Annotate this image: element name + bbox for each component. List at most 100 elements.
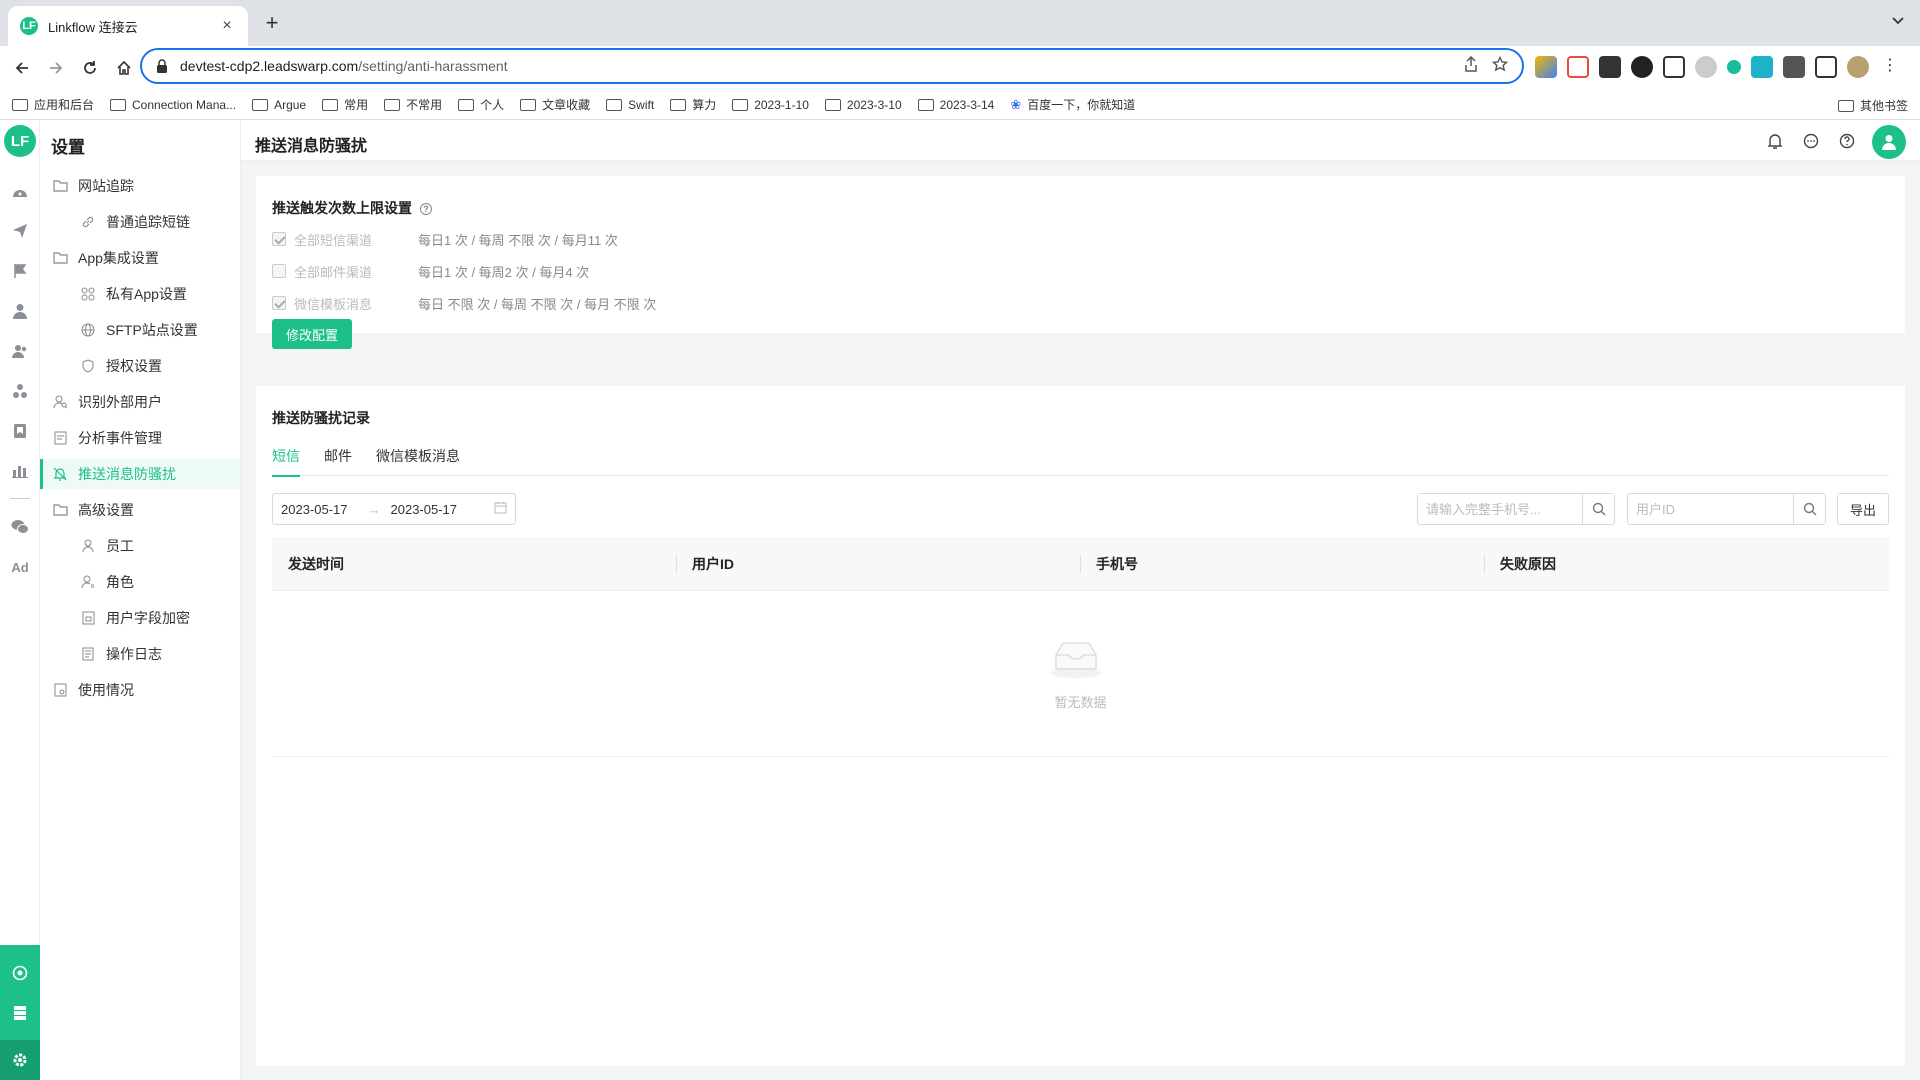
new-tab-button[interactable]: + [260, 12, 284, 34]
usage-icon [52, 682, 68, 698]
reload-icon[interactable] [78, 56, 102, 80]
bookmark-folder[interactable]: 2023-1-10 [732, 98, 809, 112]
sidebar-item-usage[interactable]: 使用情况 [40, 675, 240, 705]
question-icon[interactable]: ? [420, 203, 432, 215]
phone-search-input[interactable] [1418, 494, 1582, 524]
email-channel-checkbox[interactable] [272, 264, 286, 278]
userid-search-input[interactable] [1628, 494, 1793, 524]
dashboard-icon[interactable] [10, 181, 30, 201]
tab-sms[interactable]: 短信 [272, 446, 300, 477]
sidebar-item-website-tracking[interactable]: 网站追踪 [40, 171, 240, 201]
other-bookmarks[interactable]: 其他书签 [1837, 97, 1908, 114]
bookmark-folder[interactable]: 应用和后台 [12, 96, 94, 113]
share-icon[interactable] [1464, 55, 1478, 76]
back-arrow-icon[interactable] [10, 56, 34, 80]
bookmark-folder[interactable]: Connection Mana... [110, 98, 236, 112]
folder-icon [732, 98, 749, 111]
export-button[interactable]: 导出 [1837, 493, 1889, 525]
tab-email[interactable]: 邮件 [324, 446, 352, 476]
bookmark-folder[interactable]: 算力 [670, 96, 716, 113]
wechat-template-checkbox[interactable] [272, 296, 286, 310]
sidebar-item-short-link[interactable]: 普通追踪短链 [40, 207, 240, 237]
bookmark-label: 2023-3-10 [846, 97, 902, 112]
extension-icon[interactable] [1631, 56, 1653, 78]
bookmark-folder[interactable]: 2023-3-10 [824, 97, 902, 112]
extension-icon[interactable] [1567, 56, 1589, 78]
user-icon[interactable] [10, 301, 30, 321]
flag-icon[interactable] [10, 261, 30, 281]
extension-icon[interactable] [1663, 56, 1685, 78]
home-icon[interactable] [112, 56, 136, 80]
message-icon[interactable] [1802, 132, 1820, 150]
kebab-menu-icon[interactable]: ⋮ [1879, 56, 1901, 78]
sidebar-item-external-users[interactable]: 识别外部用户 [40, 387, 240, 417]
limit-label: 全部邮件渠道 [294, 264, 373, 280]
sidebar-item-staff[interactable]: 员工 [40, 531, 240, 561]
url-path: /setting/anti-harassment [358, 58, 508, 74]
bookmark-folder[interactable]: 2023-3-14 [917, 97, 995, 112]
limit-card-title: 推送触发次数上限设置? [272, 198, 432, 218]
ad-icon[interactable]: Ad [10, 557, 30, 577]
date-range-picker[interactable]: 2023-05-17 → 2023-05-17 [272, 493, 516, 525]
bookmark-folder[interactable]: 文章收藏 [520, 96, 590, 113]
search-icon[interactable] [1582, 494, 1614, 524]
arrow-right-icon: → [367, 501, 381, 517]
date-start[interactable]: 2023-05-17 [281, 502, 348, 517]
linkflow-logo[interactable]: LF [4, 125, 36, 157]
bookmarks-bar: 应用和后台 Connection Mana... Argue 常用 不常用 个人… [0, 90, 1920, 120]
sidebar-item-app-integration[interactable]: App集成设置 [40, 243, 240, 273]
sms-channel-checkbox[interactable] [272, 232, 286, 246]
extension-icon[interactable] [1751, 56, 1773, 78]
bookmark-folder[interactable]: Argue [252, 98, 306, 112]
profile-avatar[interactable] [1847, 56, 1869, 78]
sidebar-item-private-app[interactable]: 私有App设置 [40, 279, 240, 309]
bar-chart-icon[interactable] [10, 461, 30, 481]
search-icon[interactable] [1793, 494, 1825, 524]
sidebar-item-role[interactable]: 角色 [40, 567, 240, 597]
forward-arrow-icon[interactable] [44, 56, 68, 80]
address-bar[interactable]: devtest-cdp2.leadswarp.com/setting/anti-… [140, 48, 1524, 84]
user-avatar[interactable] [1872, 125, 1906, 159]
tab-wechat-template[interactable]: 微信模板消息 [376, 446, 460, 476]
extension-icon[interactable] [1599, 56, 1621, 78]
send-icon[interactable] [10, 221, 30, 241]
sidebar-item-advanced[interactable]: 高级设置 [40, 495, 240, 525]
settings-gear-icon[interactable] [0, 1040, 40, 1080]
column-header: 手机号 [1080, 537, 1484, 591]
server-icon[interactable] [10, 1003, 30, 1023]
bookmark-star-icon[interactable] [1491, 55, 1509, 76]
tag-icon[interactable] [10, 421, 30, 441]
sidebar-item-sftp[interactable]: SFTP站点设置 [40, 315, 240, 345]
bell-icon[interactable] [1766, 132, 1784, 150]
puzzle-icon[interactable] [1783, 56, 1805, 78]
date-end[interactable]: 2023-05-17 [391, 502, 458, 517]
sidebar-item-label: 分析事件管理 [78, 430, 162, 446]
extension-icon[interactable] [1535, 56, 1557, 78]
sidebar-item-authorization[interactable]: 授权设置 [40, 351, 240, 381]
wechat-icon[interactable] [10, 517, 30, 537]
sidebar-item-field-encryption[interactable]: 用户字段加密 [40, 603, 240, 633]
page-title: 推送消息防骚扰 [255, 138, 368, 155]
sidebar-item-anti-harassment[interactable]: 推送消息防骚扰 [40, 459, 240, 489]
sidebar-item-event-management[interactable]: 分析事件管理 [40, 423, 240, 453]
support-icon[interactable] [10, 963, 30, 983]
sidebar-item-label: 识别外部用户 [78, 394, 162, 410]
tab-search-chevron-icon[interactable] [1892, 12, 1904, 28]
extension-icon[interactable] [1695, 56, 1717, 78]
bookmark-folder[interactable]: 不常用 [384, 96, 442, 113]
close-tab-icon[interactable]: × [218, 17, 236, 35]
sidepanel-icon[interactable] [1815, 56, 1837, 78]
sidebar-item-operation-log[interactable]: 操作日志 [40, 639, 240, 669]
bookmark-baidu[interactable]: ❀ 百度一下，你就知道 [1010, 96, 1135, 113]
help-icon[interactable] [1838, 132, 1856, 150]
edit-config-button[interactable]: 修改配置 [272, 319, 352, 349]
bookmark-folder[interactable]: 个人 [458, 96, 504, 113]
baidu-paw-icon: ❀ [1010, 96, 1022, 112]
bookmark-label: 2023-3-14 [939, 97, 995, 112]
bookmark-folder[interactable]: 常用 [322, 96, 368, 113]
bookmark-folder[interactable]: Swift [606, 98, 654, 112]
extension-icon[interactable] [1727, 60, 1741, 74]
users-icon[interactable] [10, 341, 30, 361]
browser-tab[interactable]: LF Linkflow 连接云 × [8, 6, 248, 46]
segments-icon[interactable] [10, 381, 30, 401]
